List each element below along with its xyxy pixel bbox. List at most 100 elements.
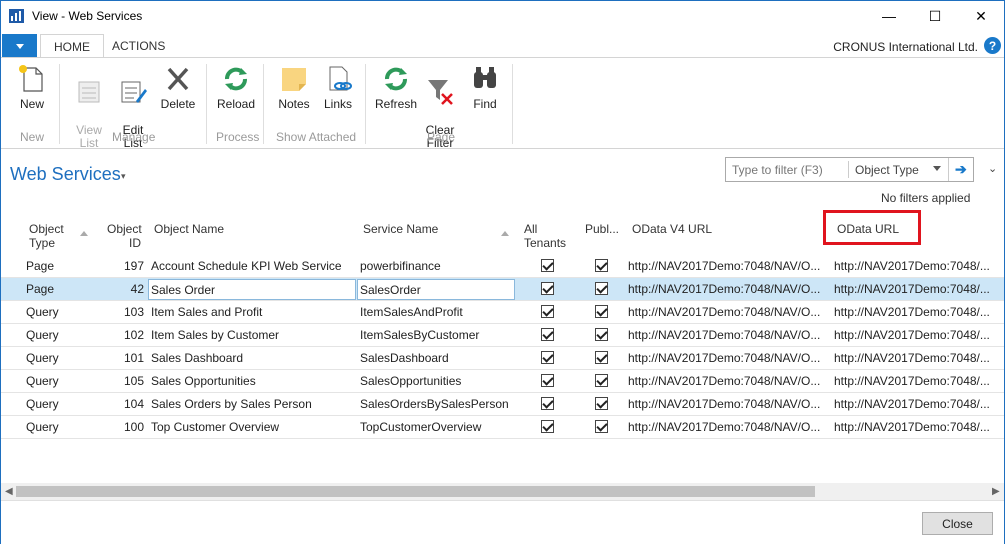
cell-object-type[interactable]: Page <box>26 259 96 273</box>
cell-object-type[interactable]: Query <box>26 397 96 411</box>
minimize-button[interactable]: — <box>866 1 912 31</box>
scroll-right-icon[interactable]: ▶ <box>992 486 1000 497</box>
cell-service-name[interactable]: ItemSalesAndProfit <box>360 305 515 319</box>
refresh-button[interactable]: Refresh <box>375 64 417 111</box>
table-row[interactable]: Query 101 Sales Dashboard SalesDashboard htt… <box>1 347 1004 370</box>
cell-object-id[interactable]: 104 <box>101 397 144 411</box>
maximize-button[interactable]: ☐ <box>912 1 958 31</box>
cell-service-name[interactable]: SalesOpportunities <box>360 374 515 388</box>
all-tenants-checkbox[interactable] <box>541 374 554 387</box>
published-checkbox[interactable] <box>595 351 608 364</box>
cell-object-name[interactable]: Sales Order <box>148 279 356 300</box>
links-button[interactable]: Links <box>321 64 355 111</box>
file-menu-button[interactable] <box>2 34 37 58</box>
table-row[interactable]: Page 42 Sales Order SalesOrder http://NAV201… <box>1 278 1004 301</box>
reload-button[interactable]: Reload <box>216 64 256 111</box>
cell-object-type[interactable]: Query <box>26 351 96 365</box>
table-row[interactable]: Query 100 Top Customer Overview TopCustomer… <box>1 416 1004 439</box>
cell-object-name[interactable]: Item Sales by Customer <box>151 328 356 342</box>
view-list-button[interactable]: View List <box>71 64 107 150</box>
cell-object-id[interactable]: 101 <box>101 351 144 365</box>
cell-service-name[interactable]: SalesOrdersBySalesPerson <box>360 397 515 411</box>
cell-object-name[interactable]: Account Schedule KPI Web Service <box>151 259 356 273</box>
all-tenants-checkbox[interactable] <box>541 305 554 318</box>
cell-object-type[interactable]: Query <box>26 420 96 434</box>
published-checkbox[interactable] <box>595 374 608 387</box>
table-row[interactable]: Page 197 Account Schedule KPI Web Service p… <box>1 255 1004 278</box>
tab-home[interactable]: HOME <box>40 34 104 58</box>
cell-service-name[interactable]: ItemSalesByCustomer <box>360 328 515 342</box>
col-published[interactable]: Publ... <box>585 222 619 236</box>
cell-object-name[interactable]: Top Customer Overview <box>151 420 356 434</box>
title-caret-icon[interactable]: ▾ <box>121 171 126 182</box>
cell-object-type[interactable]: Query <box>26 328 96 342</box>
col-all-tenants[interactable]: All Tenants <box>524 222 566 250</box>
cell-service-name[interactable]: powerbifinance <box>360 259 515 273</box>
apply-filter-arrow-icon[interactable]: ➔ <box>955 161 967 178</box>
cell-odata-v4-url[interactable]: http://NAV2017Demo:7048/NAV/O... <box>628 328 826 342</box>
col-service-name[interactable]: Service Name <box>363 222 438 236</box>
cell-service-name[interactable]: SalesDashboard <box>360 351 515 365</box>
cell-odata-url[interactable]: http://NAV2017Demo:7048/... <box>834 282 1004 296</box>
all-tenants-checkbox[interactable] <box>541 328 554 341</box>
cell-object-name[interactable]: Sales Opportunities <box>151 374 356 388</box>
cell-odata-v4-url[interactable]: http://NAV2017Demo:7048/NAV/O... <box>628 259 826 273</box>
cell-object-id[interactable]: 105 <box>101 374 144 388</box>
cell-object-id[interactable]: 42 <box>101 282 144 296</box>
cell-odata-url[interactable]: http://NAV2017Demo:7048/... <box>834 374 1004 388</box>
cell-odata-url[interactable]: http://NAV2017Demo:7048/... <box>834 420 1004 434</box>
published-checkbox[interactable] <box>595 259 608 272</box>
delete-button[interactable]: Delete <box>158 64 198 111</box>
tab-actions[interactable]: ACTIONS <box>99 34 178 58</box>
find-button[interactable]: Find <box>469 64 501 111</box>
page-title[interactable]: Web Services <box>10 164 121 185</box>
cell-object-id[interactable]: 197 <box>101 259 144 273</box>
cell-object-name[interactable]: Sales Orders by Sales Person <box>151 397 356 411</box>
col-object-id[interactable]: Object ID <box>107 222 142 250</box>
cell-odata-url[interactable]: http://NAV2017Demo:7048/... <box>834 351 1004 365</box>
published-checkbox[interactable] <box>595 282 608 295</box>
close-window-button[interactable]: ✕ <box>958 1 1004 31</box>
filter-field-select[interactable]: Object Type <box>855 163 919 177</box>
cell-service-name[interactable]: SalesOrder <box>357 279 515 300</box>
published-checkbox[interactable] <box>595 328 608 341</box>
all-tenants-checkbox[interactable] <box>541 420 554 433</box>
cell-object-name[interactable]: Sales Dashboard <box>151 351 356 365</box>
notes-button[interactable]: Notes <box>275 64 313 111</box>
cell-odata-url[interactable]: http://NAV2017Demo:7048/... <box>834 397 1004 411</box>
chevron-down-icon[interactable] <box>933 166 941 171</box>
all-tenants-checkbox[interactable] <box>541 282 554 295</box>
horizontal-scrollbar[interactable]: ◀ ▶ <box>1 483 1004 500</box>
cell-object-id[interactable]: 100 <box>101 420 144 434</box>
col-object-type[interactable]: Object Type <box>29 222 64 250</box>
cell-object-id[interactable]: 102 <box>101 328 144 342</box>
cell-service-name[interactable]: TopCustomerOverview <box>360 420 515 434</box>
col-object-name[interactable]: Object Name <box>154 222 224 236</box>
cell-odata-url[interactable]: http://NAV2017Demo:7048/... <box>834 305 1004 319</box>
filter-input[interactable]: Type to filter (F3) <box>732 163 823 177</box>
all-tenants-checkbox[interactable] <box>541 259 554 272</box>
cell-object-name[interactable]: Item Sales and Profit <box>151 305 356 319</box>
cell-object-type[interactable]: Query <box>26 374 96 388</box>
table-row[interactable]: Query 103 Item Sales and Profit ItemSalesAn… <box>1 301 1004 324</box>
table-row[interactable]: Query 104 Sales Orders by Sales Person Sale… <box>1 393 1004 416</box>
cell-object-type[interactable]: Query <box>26 305 96 319</box>
scroll-left-icon[interactable]: ◀ <box>5 486 13 497</box>
published-checkbox[interactable] <box>595 305 608 318</box>
scrollbar-thumb[interactable] <box>16 486 815 497</box>
cell-odata-v4-url[interactable]: http://NAV2017Demo:7048/NAV/O... <box>628 282 826 296</box>
col-odata-v4-url[interactable]: OData V4 URL <box>632 222 712 236</box>
all-tenants-checkbox[interactable] <box>541 351 554 364</box>
cell-odata-url[interactable]: http://NAV2017Demo:7048/... <box>834 259 1004 273</box>
close-button[interactable]: Close <box>922 512 993 535</box>
table-row[interactable]: Query 105 Sales Opportunities SalesOpportun… <box>1 370 1004 393</box>
all-tenants-checkbox[interactable] <box>541 397 554 410</box>
cell-odata-v4-url[interactable]: http://NAV2017Demo:7048/NAV/O... <box>628 351 826 365</box>
published-checkbox[interactable] <box>595 397 608 410</box>
cell-odata-url[interactable]: http://NAV2017Demo:7048/... <box>834 328 1004 342</box>
cell-odata-v4-url[interactable]: http://NAV2017Demo:7048/NAV/O... <box>628 305 826 319</box>
help-icon[interactable]: ? <box>984 37 1001 54</box>
collapse-chevron-icon[interactable]: ⌄ <box>988 162 997 175</box>
published-checkbox[interactable] <box>595 420 608 433</box>
cell-object-id[interactable]: 103 <box>101 305 144 319</box>
